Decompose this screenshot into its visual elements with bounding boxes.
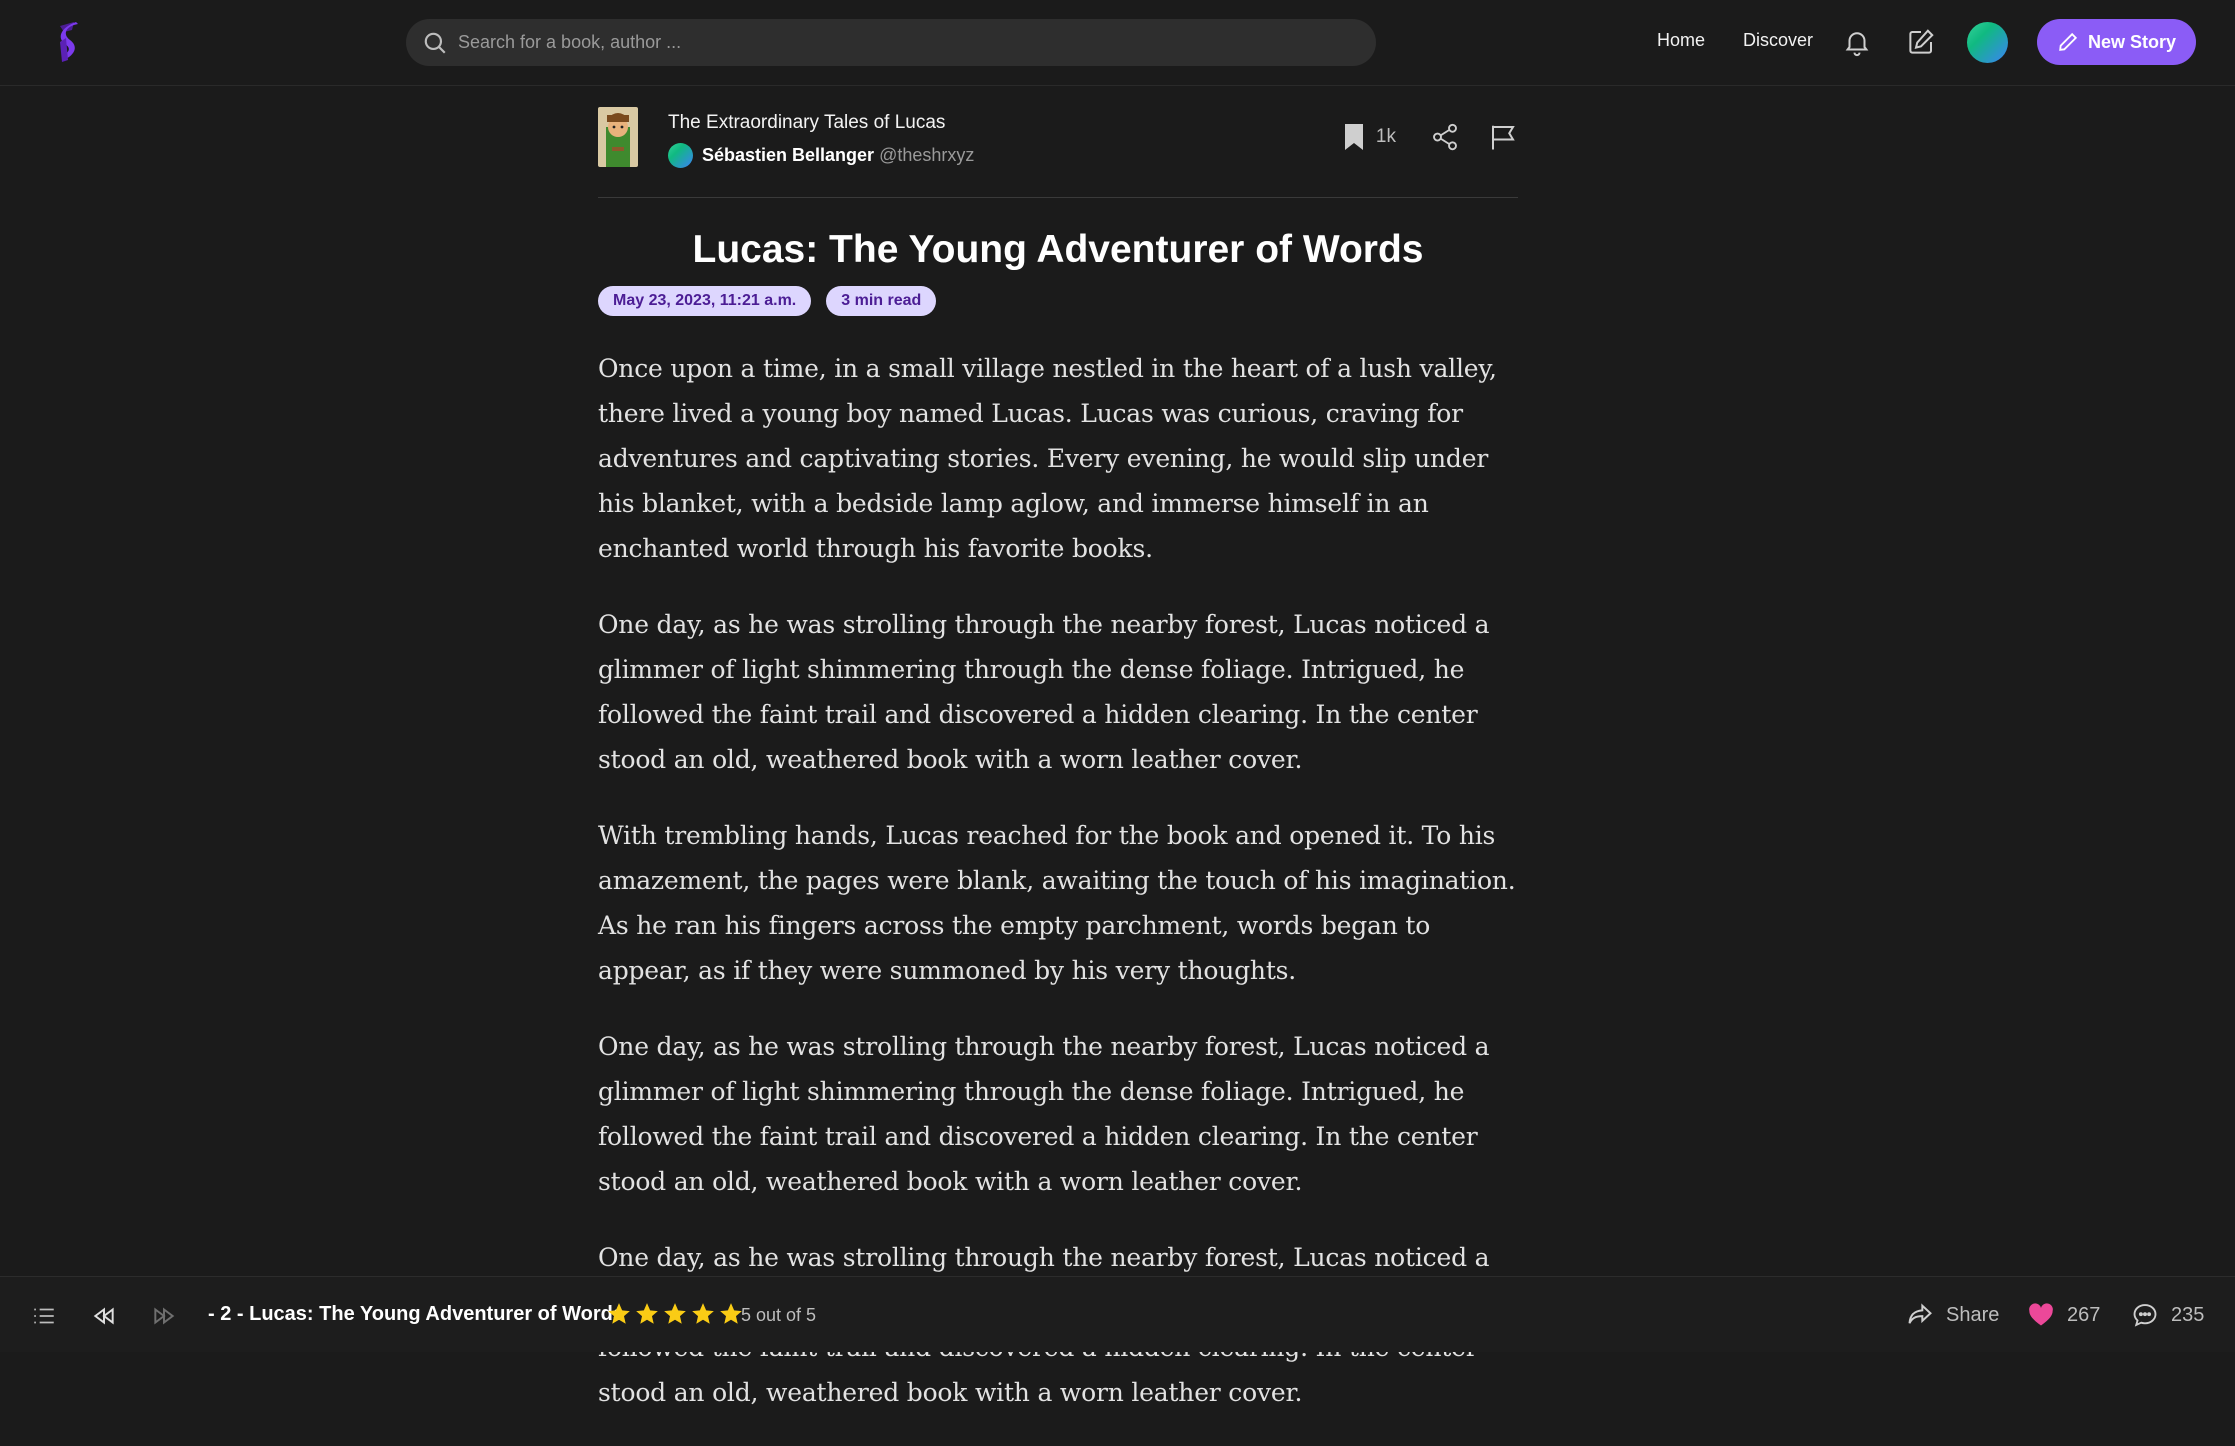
paragraph: Once upon a time, in a small village nes… (598, 354, 1497, 563)
edit-icon[interactable] (1906, 27, 1936, 57)
chapter-meta: May 23, 2023, 11:21 a.m. 3 min read (598, 286, 1518, 316)
top-bar: Home Discover New Story (0, 0, 2235, 86)
star-icon[interactable] (634, 1301, 660, 1327)
bell-icon[interactable] (1842, 27, 1872, 57)
search-bar[interactable] (406, 19, 1376, 66)
story-actions: 1k (1342, 122, 1518, 152)
pencil-icon (2059, 32, 2078, 51)
current-chapter-label: - 2 - Lucas: The Young Adventurer of Wor… (208, 1303, 624, 1325)
flag-icon[interactable] (1488, 122, 1518, 152)
star-icon[interactable] (662, 1301, 688, 1327)
bookmark-count: 1k (1375, 126, 1396, 147)
new-story-label: New Story (2087, 31, 2177, 52)
star-icon[interactable] (690, 1301, 716, 1327)
bookmark-button[interactable]: 1k (1342, 122, 1396, 152)
share-nodes-icon[interactable] (1430, 122, 1460, 152)
author-handle: @theshrxyz (879, 145, 975, 165)
paragraph: One day, as he was strolling through the… (598, 610, 1490, 774)
new-story-button[interactable]: New Story (2037, 19, 2196, 65)
read-time-badge: 3 min read (826, 286, 937, 316)
bookmark-icon (1344, 124, 1363, 150)
comment-count: 235 (2171, 1303, 2205, 1326)
chapter-list-icon[interactable] (31, 1303, 57, 1329)
previous-chapter-icon[interactable] (91, 1303, 117, 1329)
chapter-body: Once upon a time, in a small village nes… (598, 346, 1518, 1415)
story-title[interactable]: The Extraordinary Tales of Lucas (668, 112, 945, 134)
share-label: Share (1946, 1303, 2000, 1326)
paragraph: With trembling hands, Lucas reached for … (598, 821, 1516, 985)
author-name[interactable]: Sébastien Bellanger (702, 145, 874, 166)
author-row[interactable]: Sébastien Bellanger @theshrxyz (668, 143, 974, 168)
rating-stars[interactable] (606, 1301, 744, 1327)
date-badge: May 23, 2023, 11:21 a.m. (598, 286, 812, 316)
nav-discover[interactable]: Discover (1743, 30, 1813, 51)
user-avatar[interactable] (1967, 22, 2008, 63)
paragraph: One day, as he was strolling through the… (598, 1032, 1490, 1196)
comments-button[interactable]: 235 (2131, 1301, 2204, 1329)
star-icon[interactable] (606, 1301, 632, 1327)
story-header: The Extraordinary Tales of Lucas Sébasti… (598, 86, 1518, 198)
share-arrow-icon (1908, 1303, 1932, 1324)
comment-icon (2133, 1304, 2157, 1327)
share-button[interactable]: Share (1906, 1301, 1999, 1329)
nav-home[interactable]: Home (1657, 30, 1705, 51)
book-cover[interactable] (598, 107, 638, 167)
heart-icon (2029, 1303, 2053, 1326)
rating-text: 5 out of 5 (741, 1305, 817, 1325)
author-avatar[interactable] (668, 143, 693, 168)
search-icon (424, 32, 446, 54)
next-chapter-icon[interactable] (151, 1303, 177, 1329)
logo[interactable] (52, 20, 90, 64)
like-count: 267 (2067, 1303, 2101, 1326)
chapter-title: Lucas: The Young Adventurer of Words (692, 228, 1424, 271)
article-column: The Extraordinary Tales of Lucas Sébasti… (598, 86, 1518, 1446)
like-button[interactable]: 267 (2027, 1301, 2100, 1329)
search-input[interactable] (458, 32, 1376, 53)
reader-toolbar: - 2 - Lucas: The Young Adventurer of Wor… (0, 1276, 2235, 1352)
